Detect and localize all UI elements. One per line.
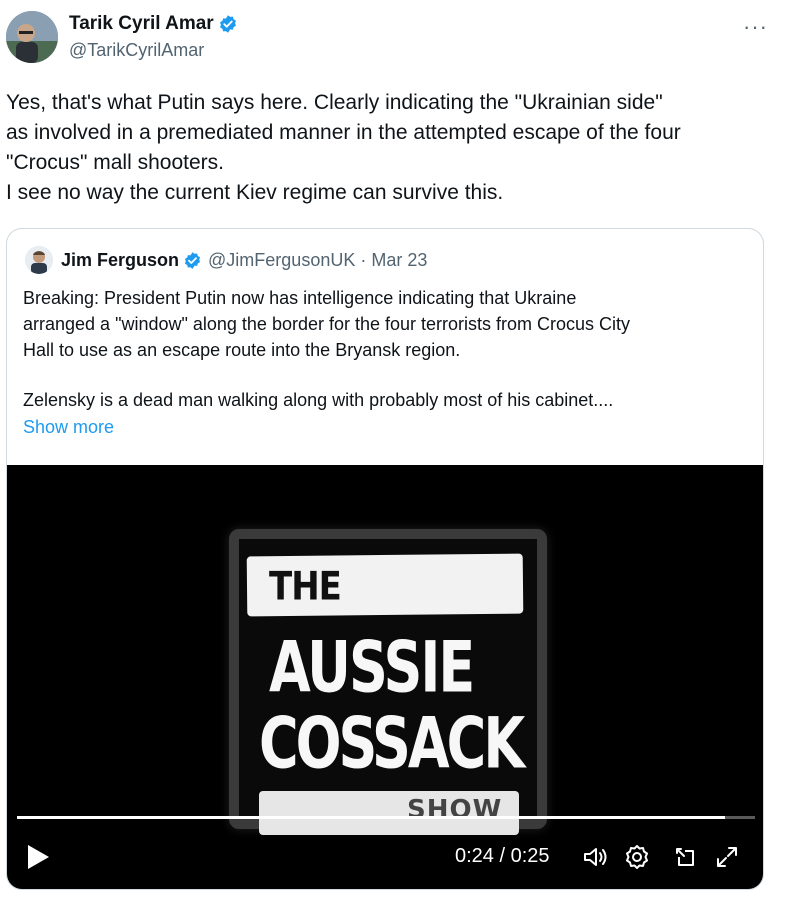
video-progress-fill bbox=[17, 816, 726, 819]
separator-dot: · bbox=[360, 249, 367, 270]
tweet-text-line: Yes, that's what Putin says here. Clearl… bbox=[6, 91, 663, 114]
quoted-tweet-date[interactable]: Mar 23 bbox=[371, 250, 427, 271]
volume-icon[interactable] bbox=[581, 843, 609, 871]
fullscreen-icon[interactable] bbox=[713, 843, 741, 871]
quoted-author-avatar[interactable] bbox=[25, 246, 53, 274]
logo-text-cossack: COSSACK bbox=[259, 702, 525, 785]
quoted-text-line: arranged a "window" along the border for… bbox=[23, 314, 631, 334]
logo-text-aussie: AUSSIE bbox=[269, 626, 475, 709]
show-more-link[interactable]: Show more bbox=[23, 417, 114, 438]
tweet-header: Tarik Cyril Amar @TarikCyrilAmar ··· bbox=[0, 0, 786, 70]
quoted-text-line: Breaking: President Putin now has intell… bbox=[23, 288, 577, 308]
settings-gear-icon[interactable] bbox=[623, 843, 651, 871]
quoted-tweet-text: Breaking: President Putin now has intell… bbox=[23, 285, 753, 413]
video-controls: 0:24 / 0:25 bbox=[7, 835, 763, 879]
author-avatar[interactable] bbox=[6, 11, 58, 63]
quoted-tweet[interactable]: Jim Ferguson @JimFergusonUK · Mar 23 Bre… bbox=[6, 228, 764, 890]
quoted-author-name[interactable]: Jim Ferguson bbox=[61, 250, 179, 271]
video-progress-bar[interactable] bbox=[17, 816, 755, 819]
quoted-text-line: Hall to use as an escape route into the … bbox=[23, 340, 461, 360]
logo-text-show: SHOW bbox=[407, 795, 503, 825]
author-name[interactable]: Tarik Cyril Amar bbox=[69, 13, 214, 35]
verified-badge-icon bbox=[185, 251, 201, 269]
tweet-text-line: as involved in a premediated manner in t… bbox=[6, 121, 681, 144]
video-time: 0:24 / 0:25 bbox=[455, 845, 550, 867]
play-icon[interactable] bbox=[25, 843, 51, 871]
tweet-text: Yes, that's what Putin says here. Clearl… bbox=[6, 88, 776, 208]
tweet-text-line: I see no way the current Kiev regime can… bbox=[6, 181, 504, 204]
picture-in-picture-icon[interactable] bbox=[671, 843, 699, 871]
more-options-button[interactable]: ··· bbox=[743, 14, 768, 40]
tweet-text-line: "Crocus" mall shooters. bbox=[6, 151, 224, 174]
verified-badge-icon bbox=[219, 15, 236, 33]
show-logo: THE AUSSIE COSSACK SHOW bbox=[229, 529, 547, 835]
quoted-author-handle[interactable]: @JimFergusonUK bbox=[208, 250, 355, 271]
author-handle[interactable]: @TarikCyrilAmar bbox=[69, 40, 204, 61]
logo-text-the: THE bbox=[269, 564, 342, 610]
video-player[interactable]: THE AUSSIE COSSACK SHOW 0:24 / 0:25 bbox=[7, 465, 763, 889]
quoted-text-line: Zelensky is a dead man walking along wit… bbox=[23, 390, 614, 410]
quoted-tweet-header: Jim Ferguson @JimFergusonUK · Mar 23 bbox=[25, 245, 427, 275]
